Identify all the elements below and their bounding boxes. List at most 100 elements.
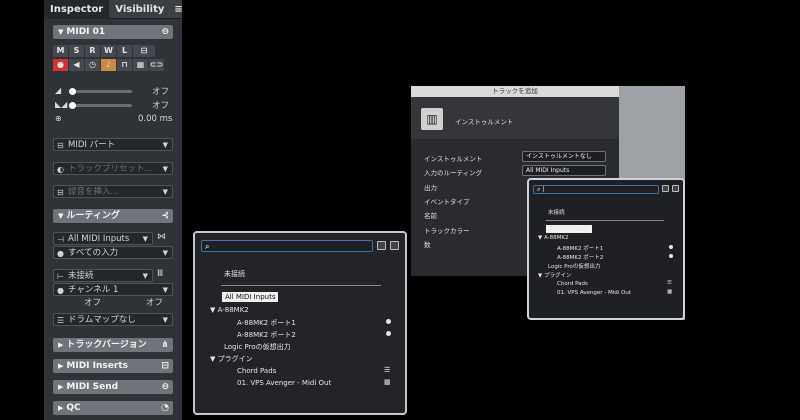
track-buttons-row2: ● ◀ ◷ ♪ ⊓ ▦ ⊂⊃: [53, 59, 164, 71]
small-selected-item[interactable]: All MIDI Inputs: [546, 225, 592, 233]
input-channel-dropdown[interactable]: ● すべての入力 ▼: [53, 246, 173, 259]
lock-icon[interactable]: ⊓: [117, 59, 132, 71]
qc-header[interactable]: ▶ QC ◔: [53, 401, 173, 415]
collapse-icon[interactable]: [390, 241, 399, 250]
routing-section-label: ルーティング: [66, 211, 120, 221]
drummap-dropdown[interactable]: ☰ ドラムマップなし ▼: [53, 313, 173, 326]
popup-unconnected[interactable]: 未接続: [224, 269, 245, 279]
timebase-icon[interactable]: ◷: [85, 59, 100, 71]
delay-value[interactable]: 0.00 ms: [138, 114, 172, 124]
small-device-row[interactable]: ▼ A-88MK2: [538, 235, 568, 241]
input-channel-value: すべての入力: [68, 248, 119, 258]
input-icon: ⊣: [57, 235, 64, 244]
chord-pads-icon: ☰: [384, 366, 391, 374]
freeze-icon[interactable]: ♪: [101, 59, 116, 71]
instrument-edit-icon[interactable]: Ⅲ: [157, 269, 163, 279]
delay-icon: ⊕: [55, 114, 62, 123]
small-port-2[interactable]: A-88MK2 ポート2: [557, 253, 603, 261]
track-name-header[interactable]: ▼ MIDI 01 ⊖: [53, 25, 173, 39]
input-dropdown[interactable]: ⊣ All MIDI Inputs ▼: [53, 232, 153, 245]
edit-instrument-icon[interactable]: ⊟: [133, 45, 155, 57]
midi-part-dropdown[interactable]: ⊟ MIDI パート ▼: [53, 138, 173, 151]
keyboard-icon: ▦: [384, 378, 391, 386]
link-icon[interactable]: ⊂⊃: [149, 59, 164, 71]
small-plugins: プラグイン: [543, 273, 572, 279]
send-icon: ⊖: [161, 382, 169, 392]
mute-button[interactable]: M: [53, 45, 68, 57]
routing-dropdown[interactable]: All MIDI Inputs: [522, 165, 606, 176]
track-buttons-row1: M S R W L ⊟: [53, 45, 155, 57]
volume-knob[interactable]: [69, 88, 76, 95]
pan-slider[interactable]: [69, 102, 132, 109]
instrument-icon[interactable]: ▥: [421, 108, 443, 130]
midi-inserts-header[interactable]: ▶ MIDI Inserts ⊟: [53, 359, 173, 373]
insert-sound-field[interactable]: ⊟ 録音を挿入... ▼: [53, 185, 173, 198]
program-value: オフ: [145, 298, 163, 308]
small-plugins-row[interactable]: ▼ プラグイン: [538, 271, 572, 279]
output-value: 未接続: [68, 271, 94, 281]
popup-plugin-1[interactable]: Chord Pads: [237, 367, 276, 375]
grid-icon[interactable]: ▦: [133, 59, 148, 71]
track-versions-header[interactable]: ▶ トラックバージョン ⋔: [53, 338, 173, 352]
port-dot-icon: [386, 331, 391, 336]
input-value: All MIDI Inputs: [68, 234, 130, 244]
edit-icon[interactable]: ⊖: [161, 25, 169, 39]
chevron-down-icon: ▼: [162, 249, 168, 257]
small-virtual-output[interactable]: Logic Proの仮想出力: [548, 262, 600, 270]
input-filter-icon[interactable]: ⋈: [157, 232, 166, 242]
small-search-input[interactable]: ⌕ |: [533, 185, 659, 194]
channel-value: チャンネル 1: [68, 285, 119, 295]
expand-icon[interactable]: [662, 185, 669, 192]
popup-selected-item[interactable]: All MIDI Inputs: [222, 292, 279, 302]
versions-icon: ⋔: [161, 340, 169, 350]
collapse-icon[interactable]: [672, 185, 679, 192]
inspector-tabs: Inspector Visibility ≡: [44, 0, 183, 19]
midi-part-label: MIDI パート: [68, 140, 116, 150]
expand-icon[interactable]: [377, 241, 386, 250]
instrument-dropdown[interactable]: インストゥルメントなし: [522, 151, 606, 162]
chord-pads-icon: ☰: [667, 280, 672, 286]
small-unconnected[interactable]: 未接続: [548, 208, 565, 216]
routing-popup-small: ⌕ | 未接続 All MIDI Inputs ▼ A-88MK2 A-88MK…: [527, 178, 685, 320]
search-input[interactable]: ⌕: [201, 240, 373, 252]
track-versions-label: トラックバージョン: [66, 340, 147, 350]
small-plugin-1[interactable]: Chord Pads: [557, 281, 588, 287]
program-selector[interactable]: オフ: [113, 297, 173, 310]
solo-button[interactable]: S: [69, 45, 84, 57]
expand-triangle-icon: ▼: [210, 355, 218, 363]
midi-send-header[interactable]: ▶ MIDI Send ⊖: [53, 380, 173, 394]
popup-device-row[interactable]: ▼ A-88MK2: [210, 306, 249, 314]
routing-section-header[interactable]: ▼ ルーティング ⊰: [53, 209, 173, 223]
chevron-down-icon: ▼: [142, 272, 148, 280]
channel-dropdown[interactable]: ● チャンネル 1 ▼: [53, 283, 173, 296]
label-instrument: インストゥルメント: [424, 155, 483, 163]
lanes-button[interactable]: L: [117, 45, 132, 57]
label-count: 数: [424, 241, 431, 249]
popup-virtual-output[interactable]: Logic Proの仮想出力: [224, 342, 291, 352]
small-port-1[interactable]: A-88MK2 ポート1: [557, 244, 603, 252]
bank-selector[interactable]: オフ: [53, 297, 111, 310]
write-button[interactable]: W: [101, 45, 116, 57]
volume-slider[interactable]: [69, 88, 132, 95]
read-button[interactable]: R: [85, 45, 100, 57]
pan-knob[interactable]: [69, 102, 76, 109]
popup-plugins-row[interactable]: ▼ プラグイン: [210, 354, 253, 364]
popup-plugin-2[interactable]: 01. VPS Avenger - Midi Out: [237, 379, 331, 387]
record-enable-icon[interactable]: ●: [53, 59, 68, 71]
output-dropdown[interactable]: ⊢ 未接続 ▼: [53, 269, 153, 282]
track-preset-field[interactable]: ◐ トラックプリセット... ▼: [53, 162, 173, 175]
popup-port-1[interactable]: A-88MK2 ポート1: [237, 318, 296, 328]
divider: [546, 220, 664, 221]
tab-visibility[interactable]: Visibility: [109, 0, 170, 19]
tab-inspector[interactable]: Inspector: [44, 0, 110, 19]
small-plugin-2[interactable]: 01. VPS Avenger - Midi Out: [557, 290, 631, 296]
menu-icon[interactable]: ≡: [170, 0, 186, 19]
routing-value: All MIDI Inputs: [526, 167, 570, 174]
popup-plugins: プラグイン: [217, 355, 253, 363]
volume-value: オフ: [152, 87, 170, 97]
preset-icon: ◐: [57, 165, 64, 174]
monitor-icon[interactable]: ◀: [69, 59, 84, 71]
keyboard-icon: ▦: [667, 289, 673, 295]
drummap-icon: ☰: [57, 316, 65, 325]
popup-port-2[interactable]: A-88MK2 ポート2: [237, 330, 296, 340]
